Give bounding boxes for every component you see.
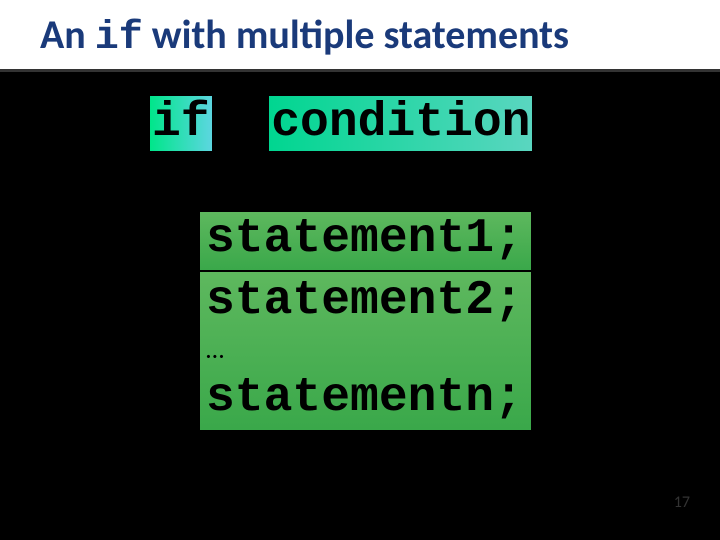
brace-close: } [150,434,590,489]
statement-1: statement1; [200,212,531,269]
title-prefix: An [40,10,95,59]
ellipsis: … [206,329,523,371]
statement-group: statement1; statement2; … statementn; [200,212,590,429]
slide-title: An if with multiple statements [0,0,720,72]
page-number: 17 [674,493,690,512]
slide-content: if( condition ) { statement1; statement2… [0,72,720,532]
if-keyword: if [150,96,212,151]
statement-2: statement2; [206,274,523,328]
annotation-line1: A whole [24,302,194,337]
code-block: if( condition ) { statement1; statement2… [150,96,590,489]
annotation-label: A whole bunch of statements [24,302,194,406]
title-suffix: with multiple statements [143,10,569,59]
annotation-line2: bunch of [24,337,194,372]
statement-lower-group: statement2; … statementn; [200,272,531,430]
paren-open: ( [212,96,241,150]
statement-n: statementn; [206,371,523,425]
title-keyword: if [95,16,143,61]
condition: condition [269,96,532,151]
brace-open: { [150,153,590,208]
annotation-line3: statements [24,371,194,406]
if-line: if( condition ) [150,96,590,151]
paren-close: ) [561,96,590,150]
